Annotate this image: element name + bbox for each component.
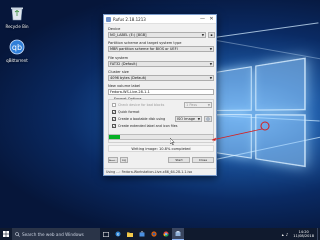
volume-label-label: New volume label [108, 84, 140, 88]
qbittorrent-icon: qb [8, 38, 26, 56]
rufus-window: Rufus 2.18.1213 — ✕ Device NO_LABEL (E:)… [103, 14, 217, 176]
windows-start-icon [3, 231, 9, 237]
search-icon [15, 232, 20, 237]
chrome-button[interactable] [160, 228, 172, 240]
log-button-label: Log [122, 159, 126, 162]
chrome-icon [163, 231, 169, 237]
progress-fill [109, 135, 120, 139]
checkbox-checked[interactable]: ✓ [112, 124, 116, 128]
rufus-taskbar-button[interactable] [172, 228, 184, 240]
file-system-label: File system [108, 56, 128, 60]
device-select-value: NO_LABEL (E:) [8GB] [110, 33, 147, 37]
search-placeholder: Search the web and Windows [22, 232, 84, 237]
title-bar[interactable]: Rufus 2.18.1213 — ✕ [104, 15, 216, 24]
progress-bar [108, 134, 214, 140]
edge-button[interactable]: e [112, 228, 124, 240]
search-box[interactable]: Search the web and Windows [12, 228, 100, 240]
log-button[interactable]: Log [120, 157, 128, 163]
file-system-select-value: FAT32 (Default) [110, 62, 137, 66]
volume-label-input[interactable]: Fedora-WS-Live-28-1-1 [108, 89, 214, 95]
checkbox-checked[interactable]: ✓ [112, 110, 116, 114]
chevron-down-icon: ▼ [210, 62, 212, 66]
checkbox[interactable] [112, 103, 116, 107]
start-button[interactable]: Start [168, 157, 190, 163]
status-text: Writing image: 10.8% completed [108, 145, 214, 152]
about-button[interactable]: About... [108, 157, 118, 163]
close-window-button[interactable]: ✕ [207, 15, 216, 24]
chevron-down-icon: ▼ [210, 76, 212, 80]
file-system-select[interactable]: FAT32 (Default) ▼ [108, 61, 214, 67]
task-view-button[interactable] [100, 228, 112, 240]
close-button[interactable]: Close [192, 157, 214, 163]
check-bad-blocks-row[interactable]: Check device for bad blocks [112, 103, 164, 107]
extended-label-row[interactable]: ✓ Create extended label and icon files [112, 124, 178, 128]
desktop-background: Recycle Bin qb qBittorrent Rufus 2.18.12… [0, 0, 320, 228]
device-label: Device [108, 27, 120, 31]
chevron-down-icon: ▼ [208, 103, 210, 107]
cluster-size-select[interactable]: 4096 bytes (Default) ▼ [108, 75, 214, 81]
bootable-disk-row[interactable]: ✓ Create a bootable disk using [112, 117, 165, 121]
firefox-icon [151, 231, 157, 237]
file-explorer-icon [127, 232, 133, 237]
start-button[interactable] [0, 228, 12, 240]
extended-label-text: Create extended label and icon files [118, 124, 178, 128]
desktop-icon-label: qBittorrent [0, 58, 34, 63]
task-view-icon [103, 232, 109, 237]
check-bad-blocks-label: Check device for bad blocks [118, 103, 164, 107]
desktop-icon-label: Recycle Bin [0, 24, 34, 29]
cluster-size-select-value: 4096 bytes (Default) [110, 76, 146, 80]
quick-format-label: Quick format [118, 110, 139, 114]
passes-select[interactable]: 1 Pass ▼ [184, 102, 212, 108]
minimize-button[interactable]: — [198, 15, 207, 24]
quick-format-row[interactable]: ✓ Quick format [112, 110, 139, 114]
svg-text:qb: qb [12, 43, 22, 52]
cluster-size-label: Cluster size [108, 70, 129, 74]
clock[interactable]: 14:20 11/08/2018 [290, 230, 317, 239]
clock-date: 11/08/2018 [293, 234, 314, 239]
rufus-icon [175, 231, 181, 237]
partition-select[interactable]: MBR partition scheme for BIOS or UEFI ▼ [108, 46, 214, 52]
edge-icon: e [115, 231, 121, 237]
window-title: Rufus 2.18.1213 [113, 17, 198, 22]
checkbox-checked[interactable]: ✓ [112, 117, 116, 121]
windows-logo [215, 57, 307, 169]
store-icon [139, 231, 145, 237]
bottom-buttons: About... Log Start Close [108, 157, 214, 164]
desktop-icon-recycle-bin[interactable]: Recycle Bin [0, 4, 34, 29]
volume-icon[interactable]: ♪ [286, 232, 289, 237]
taskbar: Search the web and Windows e ▴ ♪ 14:20 1… [0, 228, 320, 240]
mouse-cursor-icon [170, 138, 175, 145]
desktop-icon-qbittorrent[interactable]: qb qBittorrent [0, 38, 34, 63]
file-explorer-button[interactable] [124, 228, 136, 240]
recycle-bin-icon [8, 4, 26, 22]
partition-select-value: MBR partition scheme for BIOS or UEFI [110, 47, 178, 51]
disc-icon [205, 117, 211, 121]
start-button-label: Start [175, 158, 182, 162]
close-button-label: Close [199, 158, 207, 162]
partition-label: Partition scheme and target system type [108, 41, 181, 45]
network-icon[interactable]: ▴ [282, 232, 284, 237]
about-button-label: About... [109, 160, 117, 162]
chevron-down-icon: ▼ [210, 47, 212, 51]
statusbar: Using ...: Fedora-Workstation-Live-x86_6… [104, 168, 216, 175]
firefox-button[interactable] [148, 228, 160, 240]
device-select[interactable]: NO_LABEL (E:) [8GB] ▼ [108, 32, 206, 38]
chevron-down-icon: ▼ [202, 33, 204, 37]
boot-type-select-value: ISO Image [177, 117, 195, 121]
select-iso-button[interactable] [204, 116, 212, 122]
bootable-disk-label: Create a bootable disk using [118, 117, 165, 121]
passes-select-value: 1 Pass [186, 103, 197, 107]
save-icon-button[interactable]: ▪ [208, 32, 215, 38]
boot-type-select[interactable]: ISO Image ▼ [175, 116, 202, 122]
chevron-down-icon: ▼ [198, 117, 200, 121]
rufus-app-icon [106, 17, 111, 22]
store-button[interactable] [136, 228, 148, 240]
system-tray: ▴ ♪ 14:20 11/08/2018 [282, 228, 320, 240]
